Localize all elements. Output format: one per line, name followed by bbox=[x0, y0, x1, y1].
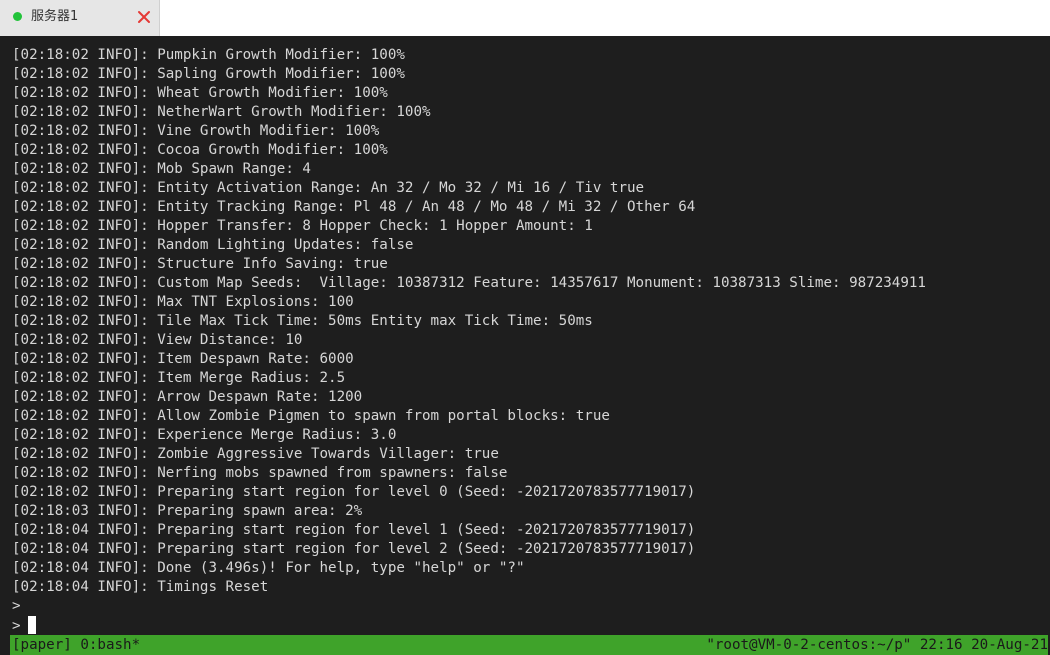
log-line: [02:18:02 INFO]: Tile Max Tick Time: 50m… bbox=[12, 313, 593, 329]
status-host-time: "root@VM-0-2-centos:~/p" 22:16 20-Aug-21 bbox=[706, 637, 1048, 653]
prompt-symbol: > bbox=[12, 618, 21, 634]
log-line: [02:18:02 INFO]: Vine Growth Modifier: 1… bbox=[12, 123, 380, 139]
log-line: [02:18:02 INFO]: View Distance: 10 bbox=[12, 332, 303, 348]
log-line: [02:18:02 INFO]: Structure Info Saving: … bbox=[12, 256, 388, 272]
log-line: [02:18:02 INFO]: Pumpkin Growth Modifier… bbox=[12, 47, 405, 63]
log-line: [02:18:02 INFO]: Entity Activation Range… bbox=[12, 180, 645, 196]
log-line: [02:18:02 INFO]: Preparing start region … bbox=[12, 484, 696, 500]
log-line: [02:18:03 INFO]: Preparing spawn area: 2… bbox=[12, 503, 363, 519]
terminal-output: [02:18:02 INFO]: Pumpkin Growth Modifier… bbox=[0, 36, 1050, 636]
prompt-line: > bbox=[12, 597, 926, 616]
log-line: [02:18:04 INFO]: Preparing start region … bbox=[12, 541, 696, 557]
connection-status-icon bbox=[13, 12, 22, 21]
log-line: [02:18:02 INFO]: Arrow Despawn Rate: 120… bbox=[12, 389, 363, 405]
log-line: [02:18:02 INFO]: Entity Tracking Range: … bbox=[12, 199, 696, 215]
log-line: [02:18:02 INFO]: Hopper Transfer: 8 Hopp… bbox=[12, 218, 593, 234]
log-line: [02:18:02 INFO]: Experience Merge Radius… bbox=[12, 427, 397, 443]
tab-server1[interactable]: 服务器1 bbox=[0, 0, 160, 36]
log-line: [02:18:02 INFO]: Cocoa Growth Modifier: … bbox=[12, 142, 388, 158]
log-line: [02:18:02 INFO]: NetherWart Growth Modif… bbox=[12, 104, 431, 120]
log-line: [02:18:02 INFO]: Item Merge Radius: 2.5 bbox=[12, 370, 346, 386]
log-line: [02:18:02 INFO]: Random Lighting Updates… bbox=[12, 237, 414, 253]
log-line: [02:18:04 INFO]: Preparing start region … bbox=[12, 522, 696, 538]
log-line: [02:18:04 INFO]: Done (3.496s)! For help… bbox=[12, 560, 525, 576]
terminal-area[interactable]: [02:18:02 INFO]: Pumpkin Growth Modifier… bbox=[0, 36, 1050, 655]
log-line: [02:18:02 INFO]: Nerfing mobs spawned fr… bbox=[12, 465, 508, 481]
close-icon[interactable] bbox=[135, 8, 153, 26]
log-line: [02:18:02 INFO]: Zombie Aggressive Towar… bbox=[12, 446, 499, 462]
log-line: [02:18:02 INFO]: Mob Spawn Range: 4 bbox=[12, 161, 311, 177]
log-line: [02:18:02 INFO]: Wheat Growth Modifier: … bbox=[12, 85, 388, 101]
tmux-status-bar: [paper] 0:bash* "root@VM-0-2-centos:~/p"… bbox=[10, 635, 1048, 655]
log-line: [02:18:02 INFO]: Allow Zombie Pigmen to … bbox=[12, 408, 610, 424]
terminal-window: 服务器1 [02:18:02 INFO]: Pumpkin Growth Mod… bbox=[0, 0, 1050, 655]
tab-bar: 服务器1 bbox=[0, 0, 1050, 36]
prompt-line: > bbox=[12, 616, 926, 635]
log-line: [02:18:02 INFO]: Custom Map Seeds: Villa… bbox=[12, 275, 926, 291]
log-line: [02:18:04 INFO]: Timings Reset bbox=[12, 579, 269, 595]
prompt-symbol: > bbox=[12, 598, 21, 614]
log-line: [02:18:02 INFO]: Max TNT Explosions: 100 bbox=[12, 294, 354, 310]
text-cursor bbox=[27, 616, 36, 634]
log-line: [02:18:02 INFO]: Sapling Growth Modifier… bbox=[12, 66, 405, 82]
status-session-info: [paper] 0:bash* bbox=[12, 637, 141, 653]
tab-title: 服务器1 bbox=[31, 9, 79, 24]
log-line: [02:18:02 INFO]: Item Despawn Rate: 6000 bbox=[12, 351, 354, 367]
log-output: [02:18:02 INFO]: Pumpkin Growth Modifier… bbox=[12, 46, 926, 635]
